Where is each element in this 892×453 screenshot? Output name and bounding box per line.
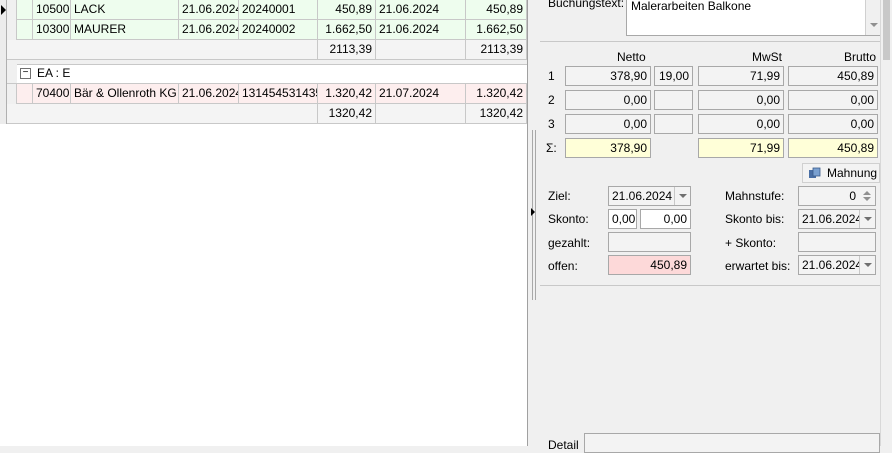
row-indicator xyxy=(0,20,7,40)
reminder-icon xyxy=(809,167,821,178)
ziel-value: 21.06.2024 xyxy=(612,189,673,203)
cell-offen[interactable]: 1.662,50 xyxy=(466,20,527,40)
cell-konto[interactable]: 10500 xyxy=(33,0,71,20)
gezahlt-label: gezahlt: xyxy=(548,236,591,250)
netto-field[interactable]: 0,00 xyxy=(565,90,651,110)
cell-konto[interactable]: 70400 xyxy=(33,84,71,104)
cell-beleg[interactable]: 131454531435 xyxy=(239,84,318,104)
group-label: EA : E xyxy=(37,66,71,80)
brutto-header: Brutto xyxy=(844,50,877,64)
erwartet-bis-date-picker[interactable]: 21.06.2024 xyxy=(798,255,876,275)
row-indicator xyxy=(0,0,7,20)
mahnung-button[interactable]: Mahnung xyxy=(802,163,880,183)
mahnstufe-value: 0 xyxy=(849,189,856,203)
brutto-field[interactable]: 0,00 xyxy=(788,90,878,110)
dropdown-arrow-icon[interactable] xyxy=(674,187,690,205)
skonto-bis-label: Skonto bis: xyxy=(725,212,785,226)
cell-datum2[interactable]: 21.07.2024 xyxy=(376,84,466,104)
cell-datum[interactable]: 21.06.2024 xyxy=(179,84,239,104)
offen-label: offen: xyxy=(548,259,578,273)
tax-rate-field[interactable]: 19,00 xyxy=(654,66,693,86)
brutto-field[interactable]: 450,89 xyxy=(788,66,878,86)
cell-betrag[interactable]: 1.320,42 xyxy=(318,84,376,104)
cell-betrag[interactable]: 1.662,50 xyxy=(318,20,376,40)
bookings-grid[interactable]: 10500 LACK 21.06.2024 20240001 450,89 21… xyxy=(0,0,527,446)
cell-offen[interactable]: 450,89 xyxy=(466,0,527,20)
cell-name[interactable]: MAURER xyxy=(71,20,179,40)
table-row[interactable]: 10500 LACK 21.06.2024 20240001 450,89 21… xyxy=(0,0,527,20)
spin-arrows-icon[interactable] xyxy=(860,188,874,204)
table-row[interactable]: 10300 MAURER 21.06.2024 20240002 1.662,5… xyxy=(0,20,527,40)
table-row[interactable]: 70400 Bär & Ollenroth KG 21.06.2024 1314… xyxy=(0,84,527,104)
mwst-field[interactable]: 0,00 xyxy=(698,90,784,110)
detail-label: Detail xyxy=(548,438,579,452)
line-number: 3 xyxy=(548,117,555,131)
cell-konto[interactable]: 10300 xyxy=(33,20,71,40)
cell-offen[interactable]: 1.320,42 xyxy=(466,84,527,104)
sum-betrag: 1320,42 xyxy=(318,104,376,124)
group-header[interactable]: − EA : E xyxy=(0,64,527,84)
erwartet-bis-label: erwartet bis: xyxy=(725,259,791,273)
plus-skonto-label: + Skonto: xyxy=(725,236,777,250)
plus-skonto-field[interactable] xyxy=(798,232,876,252)
gezahlt-field[interactable] xyxy=(608,232,691,252)
dropdown-arrow-icon[interactable] xyxy=(859,210,875,228)
expand-arrow-icon[interactable] xyxy=(531,208,535,216)
cell-datum2[interactable]: 21.06.2024 xyxy=(376,0,466,20)
mahnung-label: Mahnung xyxy=(827,166,878,180)
tax-rate-field[interactable] xyxy=(654,90,693,110)
mwst-field[interactable]: 0,00 xyxy=(698,114,784,134)
cell-beleg[interactable]: 20240001 xyxy=(239,0,318,20)
sum-offen: 1320,42 xyxy=(466,104,527,124)
ziel-date-picker[interactable]: 21.06.2024 xyxy=(608,186,691,206)
group-sum-row: 2113,39 2113,39 xyxy=(0,40,527,60)
panel-splitter[interactable] xyxy=(527,0,540,446)
detail-field[interactable] xyxy=(584,433,880,453)
line-number: 2 xyxy=(548,93,555,107)
ziel-label: Ziel: xyxy=(548,189,571,203)
dropdown-arrow-icon[interactable] xyxy=(859,256,875,274)
mahnstufe-label: Mahnstufe: xyxy=(725,189,785,203)
row-indicator xyxy=(0,84,7,104)
cell-datum2[interactable]: 21.06.2024 xyxy=(376,20,466,40)
sum-offen: 2113,39 xyxy=(466,40,527,60)
skonto-bis-date-picker[interactable]: 21.06.2024 xyxy=(798,209,876,229)
cell-betrag[interactable]: 450,89 xyxy=(318,0,376,20)
sum-betrag: 2113,39 xyxy=(318,40,376,60)
buchungstext-value: Malerarbeiten Balkone xyxy=(631,0,752,13)
panel-scrollbar[interactable] xyxy=(880,0,892,446)
brutto-field[interactable]: 0,00 xyxy=(788,114,878,134)
buchungstext-field[interactable]: Malerarbeiten Balkone xyxy=(626,0,882,36)
skonto-bis-value: 21.06.2024 xyxy=(802,212,863,226)
booking-detail-panel: Buchungstext: Malerarbeiten Balkone Nett… xyxy=(540,0,892,453)
netto-header: Netto xyxy=(617,50,646,64)
cell-name[interactable]: LACK xyxy=(71,0,179,20)
cell-beleg[interactable]: 20240002 xyxy=(239,20,318,40)
skonto-percent-field[interactable]: 0,00 xyxy=(608,209,637,229)
erwartet-bis-value: 21.06.2024 xyxy=(802,258,863,272)
mwst-sum-field: 71,99 xyxy=(698,138,784,158)
buchungstext-label: Buchungstext: xyxy=(548,0,625,10)
group-collapse-toggle[interactable]: − xyxy=(20,68,31,79)
mwst-field[interactable]: 71,99 xyxy=(698,66,784,86)
cell-datum[interactable]: 21.06.2024 xyxy=(179,20,239,40)
mahnstufe-stepper[interactable]: 0 xyxy=(798,186,876,206)
netto-field[interactable]: 378,90 xyxy=(565,66,651,86)
sum-label: Σ: xyxy=(546,141,557,155)
brutto-sum-field: 450,89 xyxy=(788,138,878,158)
cell-datum[interactable]: 21.06.2024 xyxy=(179,0,239,20)
current-row-icon xyxy=(1,5,6,15)
group-sum-row: 1320,42 1320,42 xyxy=(0,104,527,124)
netto-sum-field: 378,90 xyxy=(565,138,651,158)
textarea-scrollbar[interactable] xyxy=(865,0,881,35)
skonto-label: Skonto: xyxy=(548,212,589,226)
mwst-header: MwSt xyxy=(752,50,782,64)
scrollbar-thumb[interactable] xyxy=(883,0,890,60)
netto-field[interactable]: 0,00 xyxy=(565,114,651,134)
skonto-amount-field[interactable]: 0,00 xyxy=(640,209,691,229)
cell-name[interactable]: Bär & Ollenroth KG xyxy=(71,84,179,104)
offen-field: 450,89 xyxy=(608,255,691,275)
line-number: 1 xyxy=(548,69,555,83)
tax-rate-field[interactable] xyxy=(654,114,693,134)
